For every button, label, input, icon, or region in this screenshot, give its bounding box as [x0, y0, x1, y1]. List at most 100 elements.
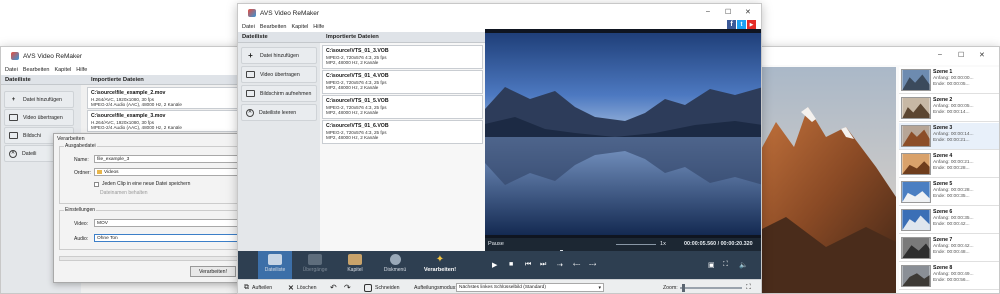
- name-input[interactable]: file_example_3: [94, 155, 240, 163]
- checkbox[interactable]: [94, 181, 99, 187]
- volume-icon[interactable]: 🔈: [739, 261, 748, 269]
- undo-icon[interactable]: ↶: [330, 283, 337, 292]
- timeline-toolbar: ⧉ Aufteilen ✕ Löschen ↶ ↷ Schneiden Auft…: [238, 279, 761, 293]
- scene-item[interactable]: Szene 7 Anfang: 00:00:42... Ende: 00:00:48…: [899, 235, 999, 262]
- tool-kapitel[interactable]: Kapitel: [338, 254, 372, 273]
- tool-uebergaenge[interactable]: Übergänge: [298, 254, 332, 273]
- play-icon[interactable]: ▶: [492, 261, 497, 269]
- transfer-video-button[interactable]: Video übertragen: [241, 66, 317, 83]
- menu-hilfe[interactable]: Hilfe: [313, 24, 324, 30]
- menu-bearbeiten[interactable]: Bearbeiten: [260, 24, 287, 30]
- transfer-video-button[interactable]: Video übertragen: [4, 109, 74, 126]
- tool-dateiliste[interactable]: Dateiliste: [260, 254, 290, 273]
- prev-frame-icon[interactable]: ⏮: [525, 261, 531, 269]
- scene-item[interactable]: Szene 6 Anfang: 00:00:35... Ende: 00:00:42…: [899, 207, 999, 234]
- delete-icon: ✕: [288, 284, 294, 292]
- maximize-button[interactable]: ☐: [725, 8, 731, 16]
- scene-start: Anfang: 00:00:35...: [933, 216, 974, 222]
- check-keep-names[interactable]: Dateinamen behalten: [100, 190, 148, 196]
- split-right-icon[interactable]: ⤏: [589, 261, 596, 269]
- twitter-icon[interactable]: t: [737, 20, 746, 29]
- audio-label: Audio:: [74, 236, 89, 242]
- video-preview[interactable]: [485, 29, 762, 238]
- redo-icon[interactable]: ↷: [344, 283, 351, 292]
- file-item[interactable]: C:\source\VTS_01_4.VOB MPEG-2, 720x576 4…: [322, 70, 483, 94]
- scene-end: Ende: 00:00:48...: [933, 250, 970, 256]
- menu-datei[interactable]: Datei: [242, 24, 255, 30]
- name-label: Name:: [74, 157, 89, 163]
- output-group: Ausgabedatei Name: file_example_3 Ordner…: [59, 143, 240, 204]
- menu-hilfe[interactable]: Hilfe: [76, 67, 87, 73]
- maximize-button[interactable]: ☐: [958, 51, 964, 59]
- speed-slider[interactable]: [616, 244, 656, 245]
- add-file-button[interactable]: + Datei hinzufügen: [241, 47, 317, 64]
- snapshot-icon[interactable]: ▣: [708, 261, 715, 269]
- scene-item[interactable]: Szene 5 Anfang: 00:00:28... Ende: 00:00:35…: [899, 179, 999, 206]
- screen-record-button[interactable]: Bildschirm aufnehmen: [241, 85, 317, 102]
- menu-datei[interactable]: Datei: [5, 67, 18, 73]
- close-button[interactable]: ✕: [979, 51, 985, 59]
- check-new-file[interactable]: Jeden Clip in eine neue Datei speichern: [94, 181, 190, 187]
- file-item[interactable]: C:\source\VTS_01_6.VOB MPEG-2, 720x576 4…: [322, 120, 483, 144]
- file-item[interactable]: C:\source\file_example_3.mov H.264/AVC, …: [87, 110, 257, 132]
- tool-uebergaenge-label: Übergänge: [302, 267, 328, 273]
- zoom-slider[interactable]: [680, 287, 742, 289]
- minimize-button[interactable]: –: [938, 51, 942, 58]
- mark-icon[interactable]: ⇢: [557, 261, 563, 269]
- video-format-select[interactable]: MOV: [94, 219, 240, 227]
- clear-icon: ✕: [9, 149, 17, 158]
- tool-verarbeiten[interactable]: ✦ Verarbeiten!: [420, 254, 460, 273]
- process-button[interactable]: Verarbeiten!: [190, 266, 236, 277]
- folder-input[interactable]: Videos: [94, 168, 240, 176]
- scene-item[interactable]: Szene 1 Anfang: 00:00:00... Ende: 00:00:05…: [899, 67, 999, 94]
- scene-name: Szene 1: [933, 69, 953, 75]
- tool-verarbeiten-label: Verarbeiten!: [423, 267, 457, 273]
- scene-item[interactable]: Szene 2 Anfang: 00:00:05... Ende: 00:00:14…: [899, 95, 999, 122]
- back-left-menubar: Datei Bearbeiten Kapitel Hilfe: [1, 65, 259, 75]
- minimize-button[interactable]: –: [706, 8, 710, 15]
- menu-bearbeiten[interactable]: Bearbeiten: [23, 67, 50, 73]
- chevron-down-icon: ▾: [598, 284, 601, 291]
- zoom-handle[interactable]: [682, 284, 685, 292]
- fullscreen-icon[interactable]: ⛶: [723, 261, 728, 269]
- file-audio-info: MP2, 48000 Hz, 2 Kanäle: [326, 135, 379, 141]
- scene-start: Anfang: 00:00:28...: [933, 188, 974, 194]
- scene-thumbnail: [901, 125, 931, 147]
- next-frame-icon[interactable]: ⏭: [540, 261, 546, 269]
- facebook-icon[interactable]: f: [727, 20, 736, 29]
- zoom-label: Zoom:: [663, 284, 678, 291]
- delete-button[interactable]: ✕ Löschen: [288, 284, 317, 292]
- scene-item[interactable]: Szene 3 Anfang: 00:00:14... Ende: 00:00:21…: [899, 123, 999, 150]
- settings-group: Einstellungen Video: MOV Audio: Ohne Ton: [59, 207, 240, 250]
- process-dialog: Verarbeiten Ausgabedatei Name: file_exam…: [53, 133, 241, 283]
- cut-button[interactable]: Schneiden: [364, 283, 400, 292]
- main-window: AVS Video ReMaker – ☐ ✕ Datei Bearbeiten…: [237, 3, 762, 294]
- scene-item[interactable]: Szene 8 Anfang: 00:00:49... Ende: 00:00:56…: [899, 263, 999, 290]
- split-left-icon[interactable]: ⤎: [573, 261, 580, 269]
- menu-kapitel[interactable]: Kapitel: [54, 67, 71, 73]
- menu-kapitel[interactable]: Kapitel: [291, 24, 308, 30]
- add-file-button[interactable]: + Datei hinzufügen: [4, 91, 74, 108]
- tool-diskmenue[interactable]: Diskmenü: [378, 254, 412, 273]
- scene-start: Anfang: 00:00:00...: [933, 76, 974, 82]
- settings-group-label: Einstellungen: [64, 207, 97, 213]
- stop-icon[interactable]: ■: [509, 261, 513, 268]
- split-icon: ⧉: [244, 283, 249, 291]
- audio-format-select[interactable]: Ohne Ton: [94, 234, 240, 242]
- split-button[interactable]: ⧉ Aufteilen: [244, 284, 272, 292]
- file-item[interactable]: C:\source\file_example_2.mov H.264/AVC, …: [87, 87, 257, 109]
- fit-icon[interactable]: ⛶: [746, 284, 751, 292]
- file-item[interactable]: C:\source\VTS_01_5.VOB MPEG-2, 720x576 4…: [322, 95, 483, 119]
- scene-item[interactable]: Szene 4 Anfang: 00:00:21... Ende: 00:00:28…: [899, 151, 999, 178]
- scene-thumbnail: [901, 181, 931, 203]
- file-item[interactable]: C:\source\VTS_01_3.VOB MPEG-2, 720x576 4…: [322, 45, 483, 69]
- add-file-label: Datei hinzufügen: [260, 52, 299, 59]
- scene-end: Ende: 00:00:05...: [933, 82, 970, 88]
- folder-label: Ordner:: [74, 170, 91, 176]
- close-button[interactable]: ✕: [745, 8, 751, 16]
- back-left-titlebar: AVS Video ReMaker: [1, 47, 259, 65]
- mode-select[interactable]: Nächstes linkes Schlüsselbild (Standard)…: [456, 283, 604, 292]
- youtube-icon[interactable]: ▶: [747, 20, 756, 29]
- file-audio-info: MP2, 48000 Hz, 2 Kanäle: [326, 85, 379, 91]
- clear-list-button[interactable]: ✕ Dateiliste leeren: [241, 104, 317, 121]
